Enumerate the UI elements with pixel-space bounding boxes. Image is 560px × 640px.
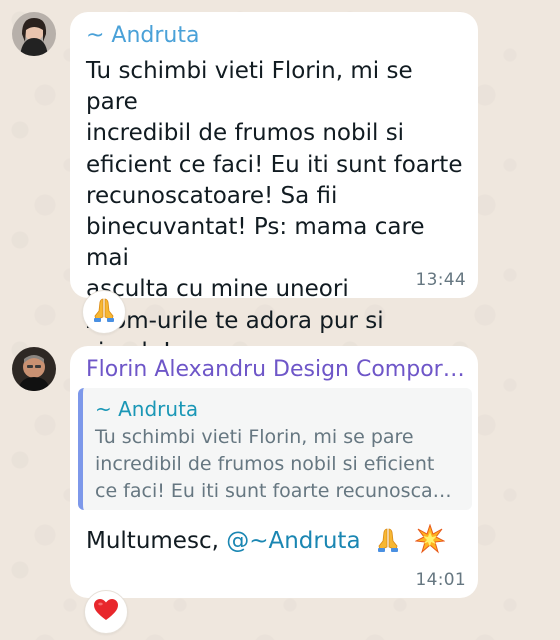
- quoted-message[interactable]: ~ Andruta Tu schimbi vieti Florin, mi se…: [78, 388, 472, 510]
- message-time: 14:01: [415, 570, 466, 590]
- avatar[interactable]: [12, 12, 56, 56]
- message-line: eficient ce faci! Eu iti sunt foarte: [86, 151, 463, 178]
- message-line: asculta cu mine uneori: [86, 276, 349, 303]
- message-body: Multumesc,: [86, 528, 227, 554]
- mention-link[interactable]: @~Andruta: [226, 528, 360, 554]
- quoted-line: incredibil de frumos nobil si eficient: [95, 453, 435, 475]
- red-heart-icon: [93, 598, 119, 626]
- quoted-line: ce faci! Eu iti sunt foarte recunosca…: [95, 480, 452, 502]
- quoted-text: Tu schimbi vieti Florin, mi se pare incr…: [95, 424, 462, 505]
- folded-hands-icon: [90, 296, 118, 328]
- folded-hands-icon: [374, 526, 402, 563]
- quoted-line: Tu schimbi vieti Florin, mi se pare: [95, 426, 414, 448]
- sender-name[interactable]: Florin Alexandru Design Comporta…: [86, 356, 466, 384]
- message-line: incredibil de frumos nobil si: [86, 120, 405, 147]
- message-bubble[interactable]: Florin Alexandru Design Comporta… ~ Andr…: [70, 346, 478, 598]
- message-text: Multumesc, @~Andruta: [86, 523, 446, 563]
- message-line: Tu schimbi vieti Florin, mi se pare: [86, 58, 413, 116]
- quoted-sender: ~ Andruta: [95, 397, 199, 421]
- message-line: binecuvantat! Ps: mama care mai: [86, 214, 425, 272]
- sender-name[interactable]: ~ Andruta: [86, 22, 199, 50]
- reaction-badge[interactable]: [82, 290, 126, 334]
- avatar[interactable]: [12, 347, 56, 391]
- collision-icon: [414, 523, 446, 563]
- message-line: recunoscatoare! Sa fii: [86, 182, 338, 209]
- message-text: Tu schimbi vieti Florin, mi se pare incr…: [86, 56, 466, 368]
- reaction-badge[interactable]: [84, 590, 128, 634]
- message-bubble[interactable]: ~ Andruta Tu schimbi vieti Florin, mi se…: [70, 12, 478, 365]
- message-time: 13:44: [415, 270, 466, 290]
- message-line: zoom-urile te adora pur si: [86, 307, 384, 334]
